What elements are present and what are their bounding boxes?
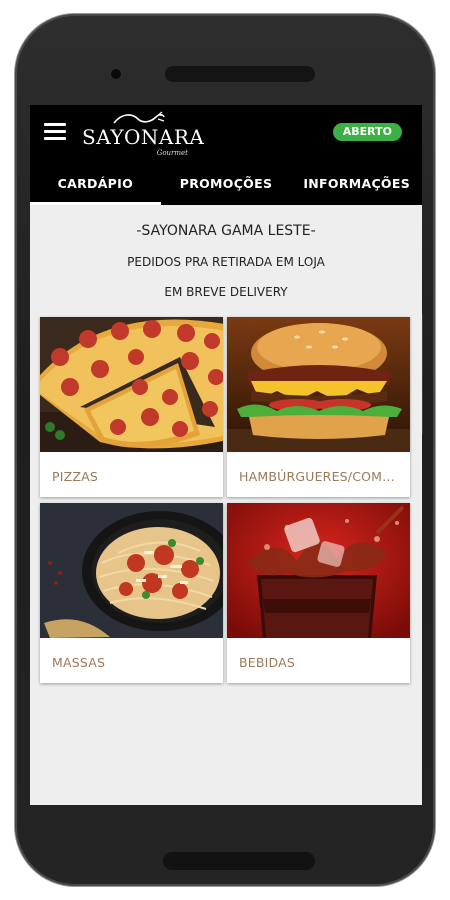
category-card-hamburgueres[interactable]: HAMBÚRGUERES/COMBOS [227, 317, 410, 497]
top-speaker [165, 66, 315, 82]
brand-subtitle: Gourmet [156, 149, 188, 157]
category-label: PIZZAS [52, 469, 99, 484]
category-card-bebidas[interactable]: BEBIDAS [227, 503, 410, 683]
burger-image [227, 317, 410, 452]
category-card-pizzas[interactable]: PIZZAS [40, 317, 223, 497]
status-badge: ABERTO [332, 123, 402, 141]
category-grid: PIZZAS HAMBÚRGUERES/COMBOS MASSAS BEBIDA… [40, 317, 410, 683]
pasta-image [40, 503, 223, 638]
tab-informacoes[interactable]: INFORMAÇÕES [291, 163, 422, 205]
category-label: HAMBÚRGUERES/COMBOS [239, 469, 409, 484]
store-title: -SAYONARA GAMA LESTE- [136, 223, 316, 239]
bottom-speaker [163, 852, 315, 870]
tab-cardapio[interactable]: CARDÁPIO [30, 163, 161, 205]
tab-bar: CARDÁPIO PROMOÇÕES INFORMAÇÕES [30, 163, 422, 205]
camera-icon [111, 69, 121, 79]
category-label: BEBIDAS [239, 655, 296, 670]
delivery-notice: EM BREVE DELIVERY [164, 285, 288, 299]
drink-image [227, 503, 410, 638]
category-card-massas[interactable]: MASSAS [40, 503, 223, 683]
pickup-notice: PEDIDOS PRA RETIRADA EM LOJA [127, 255, 325, 269]
pizza-image [40, 317, 223, 452]
store-info: -SAYONARA GAMA LESTE- PEDIDOS PRA RETIRA… [30, 223, 422, 299]
app-screen: SAYONARA Gourmet ABERTO CARDÁPIO PROMOÇÕ… [30, 105, 422, 805]
brand-logo: SAYONARA Gourmet [82, 111, 205, 163]
menu-icon[interactable] [44, 123, 66, 141]
tab-promocoes[interactable]: PROMOÇÕES [161, 163, 292, 205]
category-label: MASSAS [52, 655, 106, 670]
brand-name: SAYONARA [82, 125, 205, 149]
app-bar: SAYONARA Gourmet ABERTO CARDÁPIO PROMOÇÕ… [30, 105, 422, 205]
